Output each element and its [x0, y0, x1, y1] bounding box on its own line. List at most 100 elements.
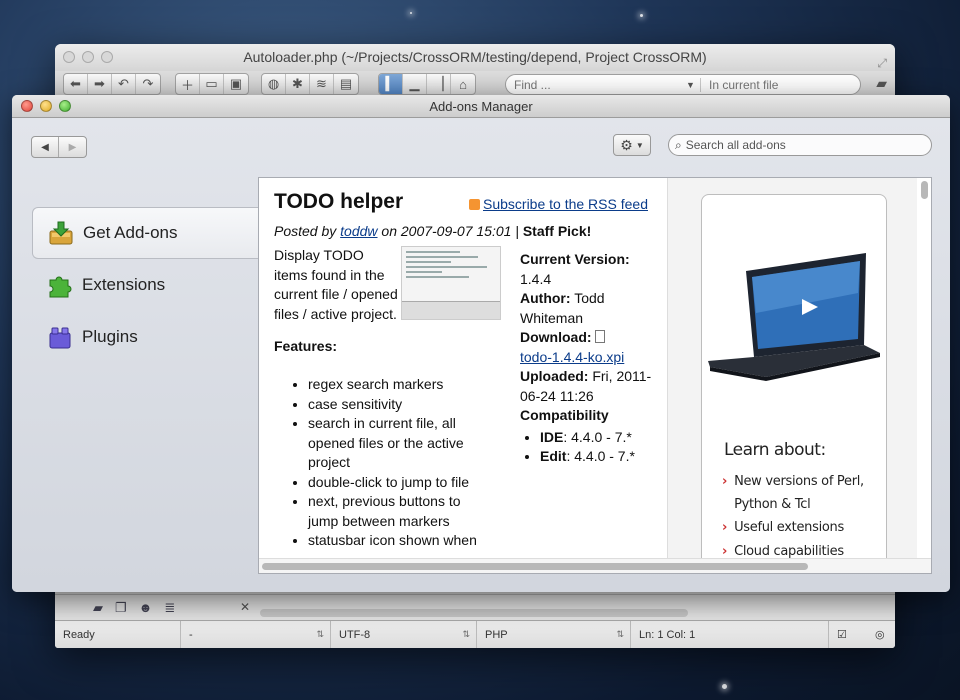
undo-icon[interactable]: ↶: [112, 74, 136, 94]
gear-icon: ⚙: [620, 136, 633, 153]
category-extensions[interactable]: Extensions: [32, 259, 262, 311]
database-icon[interactable]: ≣: [164, 600, 175, 616]
search-icon: ⌕: [675, 137, 682, 152]
learn-about-card[interactable]: Learn about: New versions of Perl, Pytho…: [701, 194, 887, 573]
minimize-window-button[interactable]: [82, 51, 94, 63]
staff-pick-badge: Staff Pick!: [522, 223, 592, 239]
terminal-icon[interactable]: ▤: [334, 74, 358, 94]
content-horizontal-scroll-track: [259, 558, 931, 573]
author-link[interactable]: toddw: [340, 223, 377, 239]
pane-toolbar-group: ▍ ▁ ▕ ⌂: [378, 73, 476, 95]
close-pane-icon[interactable]: ✕: [240, 600, 250, 614]
compat-name: Edit: [540, 448, 567, 464]
new-file-icon[interactable]: ＋: [176, 74, 200, 94]
learn-item[interactable]: Useful extensions: [722, 516, 864, 540]
notifications-icon[interactable]: ◎: [867, 621, 895, 648]
file-icon: [594, 330, 605, 343]
section-select[interactable]: - ⇅: [181, 621, 331, 648]
search-addons-input[interactable]: ⌕ Search all add-ons: [668, 134, 932, 156]
navigation-buttons: ◀ ▶: [31, 136, 87, 158]
thumbnail-code-lines: [406, 251, 496, 281]
editor-horizontal-scrollbar[interactable]: [260, 609, 688, 617]
globe-icon: ◎: [875, 629, 885, 641]
feature-item: double-click to jump to file: [308, 473, 483, 493]
puzzle-icon: [46, 271, 74, 299]
category-label: Plugins: [82, 327, 138, 346]
category-get-addons[interactable]: Get Add-ons: [32, 207, 262, 259]
redo-icon[interactable]: ↷: [136, 74, 160, 94]
current-version-label: Current Version:: [520, 251, 630, 267]
zoom-window-button[interactable]: [59, 100, 71, 112]
rss-subscribe-link[interactable]: Subscribe to the RSS feed: [469, 196, 648, 212]
find-dropdown-icon[interactable]: ▼: [686, 80, 700, 90]
save-icon[interactable]: ▣: [224, 74, 248, 94]
right-pane-icon[interactable]: ▕: [427, 74, 451, 94]
feature-item: regex search markers: [308, 375, 483, 395]
author-label: Author:: [520, 290, 571, 306]
forward-icon[interactable]: ➡: [88, 74, 112, 94]
addon-detail: TODO helper Subscribe to the RSS feed Po…: [259, 178, 667, 558]
tools-toolbar-group: ◍ ✱ ≋ ▤: [261, 73, 359, 95]
current-version-value: 1.4.4: [520, 270, 552, 287]
toolbox-icon[interactable]: ⌂: [451, 74, 475, 94]
syntax-check-icon[interactable]: ☑: [829, 621, 867, 648]
updown-icon: ⇅: [616, 629, 624, 639]
rss-label: Subscribe to the RSS feed: [483, 196, 648, 212]
features-heading: Features:: [274, 338, 338, 354]
close-window-button[interactable]: [63, 51, 75, 63]
category-plugins[interactable]: Plugins: [32, 311, 262, 363]
find-scope-select[interactable]: In current file: [700, 77, 860, 92]
learn-item[interactable]: New versions of Perl, Python & Tcl: [722, 470, 864, 516]
encoding-select[interactable]: UTF-8 ⇅: [331, 621, 477, 648]
download-link[interactable]: todo-1.4.4-ko.xpi: [520, 349, 624, 365]
browser-icon[interactable]: ◍: [262, 74, 286, 94]
tools-menu-button[interactable]: ⚙ ▼: [613, 134, 651, 156]
bottom-pane-strip: ▰ ❐ ☻ ≣ ✕: [55, 594, 895, 620]
regex-icon[interactable]: ≋: [310, 74, 334, 94]
komodo-window-title: Autoloader.php (~/Projects/CrossORM/test…: [243, 49, 707, 65]
addon-description: Display TODO items found in the current …: [274, 247, 398, 322]
category-label: Extensions: [82, 275, 166, 294]
left-pane-icon[interactable]: ▍: [379, 74, 403, 94]
minimize-window-button[interactable]: [40, 100, 52, 112]
open-folder-icon[interactable]: ▭: [200, 74, 224, 94]
current-version-row: Current Version:: [520, 250, 660, 270]
posted-prefix: Posted by: [274, 223, 337, 239]
chevron-down-icon: ▼: [635, 140, 644, 150]
places-icon[interactable]: ▰: [93, 600, 103, 616]
check-icon: ☑: [837, 629, 847, 641]
zoom-window-button[interactable]: [101, 51, 113, 63]
user-icon[interactable]: ☻: [139, 600, 153, 616]
addons-manager-window: Add-ons Manager ◀ ▶ ⚙ ▼ ⌕ Search all add-…: [12, 95, 950, 592]
encoding-value: UTF-8: [339, 628, 371, 641]
folder-icon[interactable]: ▰: [876, 75, 887, 92]
debug-icon[interactable]: ✱: [286, 74, 310, 94]
compatibility-heading: Compatibility: [520, 406, 660, 426]
find-field[interactable]: Find ... ▼ In current file: [505, 74, 861, 95]
addon-screenshot-thumbnail[interactable]: [401, 246, 501, 320]
language-value: PHP: [485, 628, 508, 641]
posted-by-line: Posted by toddw on 2007-09-07 15:01 | St…: [274, 223, 652, 239]
thumbnail-panel: [402, 301, 500, 319]
back-icon[interactable]: ⬅: [64, 74, 88, 94]
history-toolbar-group: ⬅ ➡ ↶ ↷: [63, 73, 161, 95]
back-button[interactable]: ◀: [32, 137, 60, 157]
addons-titlebar: Add-ons Manager: [12, 95, 950, 118]
updown-icon: ⇅: [462, 629, 470, 639]
addon-metadata: Current Version: 1.4.4 Author: Todd Whit…: [520, 250, 660, 467]
bottom-pane-tabs: ▰ ❐ ☻ ≣: [93, 600, 175, 616]
background-star: [640, 14, 643, 17]
content-horizontal-scrollbar[interactable]: [262, 563, 808, 570]
file-toolbar-group: ＋ ▭ ▣: [175, 73, 249, 95]
content-vertical-scrollbar[interactable]: [921, 181, 928, 199]
forward-button[interactable]: ▶: [59, 137, 86, 157]
language-select[interactable]: PHP ⇅: [477, 621, 631, 648]
close-window-button[interactable]: [21, 100, 33, 112]
category-list: Get Add-ons Extensions Plugins: [32, 207, 262, 363]
find-input[interactable]: Find ...: [506, 78, 686, 92]
feature-item: search in current file, all opened files…: [308, 414, 483, 473]
copy-icon[interactable]: ❐: [115, 600, 127, 616]
posted-date: on 2007-09-07 15:01 |: [381, 223, 519, 239]
addons-window-controls: [21, 100, 71, 112]
bottom-pane-icon[interactable]: ▁: [403, 74, 427, 94]
